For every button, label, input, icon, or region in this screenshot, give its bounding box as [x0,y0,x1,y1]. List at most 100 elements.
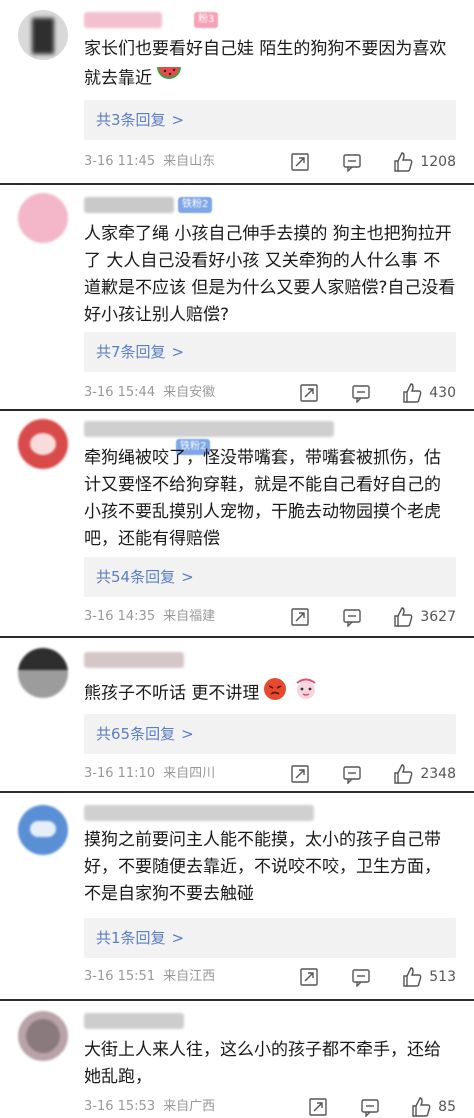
comment-text: 人家牵了绳 小孩自己伸手去摸的 狗主也把狗拉开了 大人自己没看好小孩 又关牵狗的… [84,224,456,325]
comment-icon[interactable] [342,607,362,627]
angry-face-icon [263,677,287,710]
replies-label: 共1条回复 [96,929,166,947]
comment-actions: 513 [299,966,456,988]
comment-meta: 3-16 11:45 来自山东 [84,152,215,172]
thumbs-up-icon [401,966,423,988]
chevron-right-icon: > [171,929,185,947]
username[interactable] [84,197,174,213]
share-icon[interactable] [290,152,310,172]
comment-item: 大街上人来人往，这么小的孩子都不牵手，还给她乱跑， 3-16 15:53 来自广西… [0,999,474,1118]
comment-meta: 3-16 11:10 来自四川 [84,764,215,784]
comment-meta: 3-16 15:51 来自江西 [84,967,215,987]
comment-text: 家长们也要看好自己娃 陌生的狗狗不要因为喜欢就去靠近 [84,36,456,94]
share-icon[interactable] [290,607,310,627]
location: 来自山东 [163,154,216,169]
username[interactable] [84,421,334,437]
username[interactable] [84,1013,184,1029]
avatar[interactable] [18,10,68,60]
avatar[interactable] [18,648,68,698]
comment-icon[interactable] [360,1097,380,1117]
thumbs-up-icon [410,1096,432,1118]
comment-actions: 3627 [290,606,456,628]
username[interactable] [84,652,184,668]
like-button[interactable]: 3627 [392,606,456,628]
comment-text-content: 熊孩子不听话 更不讲理 [84,683,260,704]
comment-icon[interactable] [351,383,371,403]
replies-button[interactable]: 共7条回复 > [84,332,456,372]
share-icon[interactable] [299,967,319,987]
comment-actions: 85 [308,1096,456,1118]
chevron-right-icon: > [181,568,194,586]
comment-meta: 3-16 14:35 来自福建 [84,607,215,627]
share-icon[interactable] [290,764,310,784]
replies-button[interactable]: 共3条回复 > [84,100,456,140]
like-count: 3627 [420,609,456,625]
avatar[interactable] [18,805,68,855]
username[interactable] [84,805,314,821]
location: 来自广西 [163,1099,216,1114]
avatar[interactable] [18,419,68,469]
timestamp: 3-16 11:45 [84,154,156,169]
comment-actions: 1208 [290,151,456,173]
fan-badge: 粉3 [194,12,219,28]
username[interactable] [84,12,162,28]
thumbs-up-icon [392,606,414,628]
fan-badge: 铁粉2 [178,197,213,213]
like-count: 430 [429,385,456,401]
share-icon[interactable] [299,383,319,403]
share-icon[interactable] [308,1097,328,1117]
timestamp: 3-16 15:51 [84,969,156,984]
like-count: 513 [429,969,456,985]
comment-meta: 3-16 15:44 来自安徽 [84,383,215,403]
replies-button[interactable]: 共54条回复 > [84,557,456,597]
thumbs-up-icon [392,151,414,173]
location: 来自福建 [163,609,216,624]
location: 来自四川 [163,766,216,781]
comment-meta: 3-16 15:53 来自广西 [84,1097,215,1117]
chevron-right-icon: > [181,725,194,743]
location: 来自安徽 [163,385,216,400]
comment-text: 牵狗绳被咬了，怪没带嘴套，带嘴套被抓伤，估计又要怪不给狗穿鞋，就是不能自己看好自… [84,448,441,549]
watermelon-icon [156,63,182,94]
like-button[interactable]: 2348 [392,763,456,785]
like-button[interactable]: 1208 [392,151,456,173]
comment-text-content: 家长们也要看好自己娃 陌生的狗狗不要因为喜欢就去靠近 [84,39,447,89]
comment-text: 大街上人来人往，这么小的孩子都不牵手，还给她乱跑， [84,1040,441,1087]
comment-item: 铁粉2 牵狗绳被咬了，怪没带嘴套，带嘴套被抓伤，估计又要怪不给狗穿鞋，就是不能自… [0,409,474,636]
replies-label: 共65条回复 [96,725,176,743]
like-count: 2348 [420,766,456,782]
avatar[interactable] [18,1011,68,1061]
comment-text: 熊孩子不听话 更不讲理 [84,674,456,713]
like-button[interactable]: 85 [410,1096,456,1118]
comment-text: 摸狗之前要问主人能不能摸，太小的孩子自己带好，不要随便去靠近，不说咬不咬，卫生方… [84,830,441,904]
comment-item: 熊孩子不听话 更不讲理 共65条回复 > 3-16 11:10 来自四川 2348 [0,636,474,791]
replies-button[interactable]: 共1条回复 > [84,918,456,958]
replies-label: 共7条回复 [96,343,166,361]
chevron-right-icon: > [171,111,185,129]
comment-item: 粉3 家长们也要看好自己娃 陌生的狗狗不要因为喜欢就去靠近 共3条回复 > 3-1… [0,0,474,183]
sticker-icon [291,674,321,713]
comment-icon[interactable] [351,967,371,987]
comment-feed: 粉3 家长们也要看好自己娃 陌生的狗狗不要因为喜欢就去靠近 共3条回复 > 3-1… [0,0,474,1118]
thumbs-up-icon [392,763,414,785]
timestamp: 3-16 14:35 [84,609,156,624]
like-count: 1208 [420,154,456,170]
like-button[interactable]: 430 [401,382,456,404]
chevron-right-icon: > [171,343,185,361]
replies-label: 共54条回复 [96,568,176,586]
replies-label: 共3条回复 [96,111,166,129]
comment-icon[interactable] [342,764,362,784]
comment-actions: 2348 [290,763,456,785]
like-count: 85 [438,1099,456,1115]
timestamp: 3-16 11:10 [84,766,156,781]
timestamp: 3-16 15:44 [84,385,156,400]
thumbs-up-icon [401,382,423,404]
like-button[interactable]: 513 [401,966,456,988]
avatar[interactable] [18,193,68,243]
comment-item: 摸狗之前要问主人能不能摸，太小的孩子自己带好，不要随便去靠近，不说咬不咬，卫生方… [0,791,474,999]
comment-actions: 430 [299,382,456,404]
replies-button[interactable]: 共65条回复 > [84,714,456,754]
timestamp: 3-16 15:53 [84,1099,156,1114]
comment-item: 铁粉2 人家牵了绳 小孩自己伸手去摸的 狗主也把狗拉开了 大人自己没看好小孩 又… [0,183,474,409]
comment-icon[interactable] [342,152,362,172]
